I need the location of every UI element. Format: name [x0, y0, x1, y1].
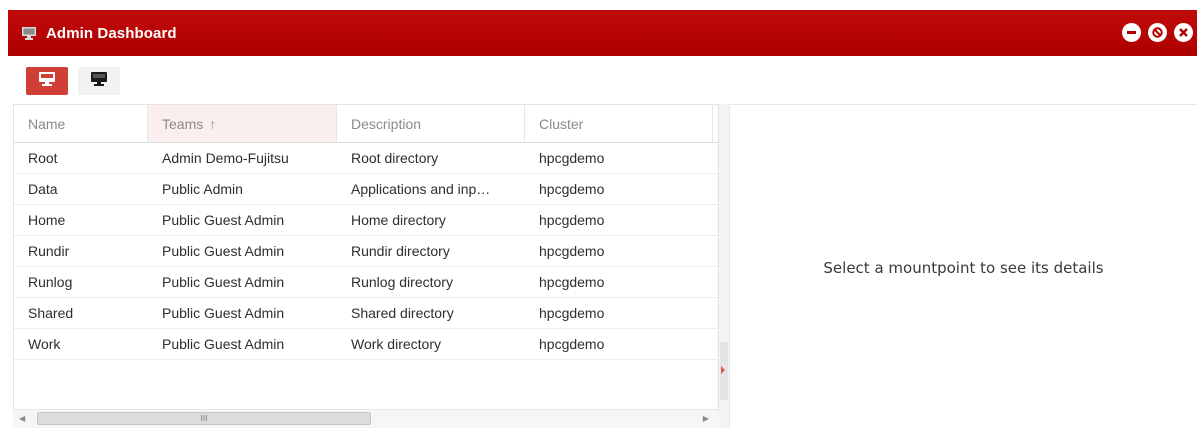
cell-cluster: hpcgdemo — [539, 243, 605, 259]
scrollbar-grip: III — [200, 414, 208, 423]
monitor-view-button[interactable] — [26, 67, 68, 95]
window-titlebar: Admin Dashboard — [8, 10, 1197, 56]
cell-teams: Public Guest Admin — [162, 336, 285, 352]
cell-cluster: hpcgdemo — [539, 305, 605, 321]
cell-name: Root — [28, 150, 58, 166]
mountpoints-grid: Name Teams ↑ Description Cluster Root Ad… — [13, 104, 719, 428]
cell-teams: Public Guest Admin — [162, 274, 285, 290]
table-row[interactable]: Runlog Public Guest Admin Runlog directo… — [14, 267, 718, 298]
horizontal-scrollbar[interactable]: ◀ III ▶ — [13, 409, 719, 428]
cell-description: Work directory — [351, 336, 441, 352]
app-icon — [22, 26, 36, 40]
cell-teams: Public Guest Admin — [162, 243, 285, 259]
cell-description: Home directory — [351, 212, 446, 228]
column-label: Cluster — [539, 115, 584, 132]
table-row[interactable]: Rundir Public Guest Admin Rundir directo… — [14, 236, 718, 267]
cell-description: Root directory — [351, 150, 439, 166]
monitor-dark-icon — [91, 71, 107, 91]
cell-description: Applications and inp… — [351, 181, 491, 197]
scrollbar-thumb[interactable]: III — [37, 412, 371, 425]
column-header-name[interactable]: Name — [14, 105, 148, 142]
cell-description: Runlog directory — [351, 274, 453, 290]
column-label: Description — [351, 115, 422, 132]
table-row[interactable]: Root Admin Demo-Fujitsu Root directory h… — [14, 143, 718, 174]
table-row[interactable]: Work Public Guest Admin Work directory h… — [14, 329, 718, 360]
column-label: Teams — [162, 115, 204, 132]
cell-teams: Public Guest Admin — [162, 305, 285, 321]
monitor-alt-view-button[interactable] — [78, 67, 120, 95]
column-header-description[interactable]: Description — [337, 105, 525, 142]
restore-icon[interactable] — [1148, 23, 1167, 42]
cell-cluster: hpcgdemo — [539, 336, 605, 352]
grid-header: Name Teams ↑ Description Cluster — [14, 105, 718, 143]
column-header-cluster[interactable]: Cluster — [525, 105, 713, 142]
cell-name: Home — [28, 212, 66, 228]
cell-name: Data — [28, 181, 58, 197]
scroll-left-icon[interactable]: ◀ — [19, 414, 25, 423]
panel-splitter[interactable] — [719, 104, 729, 428]
window-title: Admin Dashboard — [46, 24, 177, 42]
monitor-icon — [39, 71, 55, 91]
empty-state-message: Select a mountpoint to see its details — [823, 259, 1104, 277]
cell-cluster: hpcgdemo — [539, 181, 605, 197]
collapse-arrow-icon[interactable] — [721, 366, 725, 374]
sort-ascending-icon: ↑ — [209, 115, 217, 132]
cell-description: Rundir directory — [351, 243, 450, 259]
minimize-icon[interactable] — [1122, 23, 1141, 42]
cell-cluster: hpcgdemo — [539, 212, 605, 228]
cell-name: Runlog — [28, 274, 73, 290]
table-row[interactable]: Home Public Guest Admin Home directory h… — [14, 205, 718, 236]
cell-name: Work — [28, 336, 61, 352]
column-label: Name — [28, 115, 66, 132]
view-toolbar — [26, 67, 120, 95]
details-panel: Select a mountpoint to see its details — [729, 104, 1197, 428]
cell-name: Shared — [28, 305, 74, 321]
scroll-right-icon[interactable]: ▶ — [703, 414, 709, 423]
cell-name: Rundir — [28, 243, 70, 259]
cell-cluster: hpcgdemo — [539, 274, 605, 290]
window-controls — [1122, 23, 1193, 42]
cell-teams: Public Admin — [162, 181, 243, 197]
top-strip — [0, 0, 1197, 10]
cell-teams: Public Guest Admin — [162, 212, 285, 228]
table-row[interactable]: Data Public Admin Applications and inp… … — [14, 174, 718, 205]
column-header-teams[interactable]: Teams ↑ — [148, 105, 337, 142]
table-row[interactable]: Shared Public Guest Admin Shared directo… — [14, 298, 718, 329]
cell-description: Shared directory — [351, 305, 454, 321]
close-icon[interactable] — [1174, 23, 1193, 42]
cell-cluster: hpcgdemo — [539, 150, 605, 166]
cell-teams: Admin Demo-Fujitsu — [162, 150, 289, 166]
